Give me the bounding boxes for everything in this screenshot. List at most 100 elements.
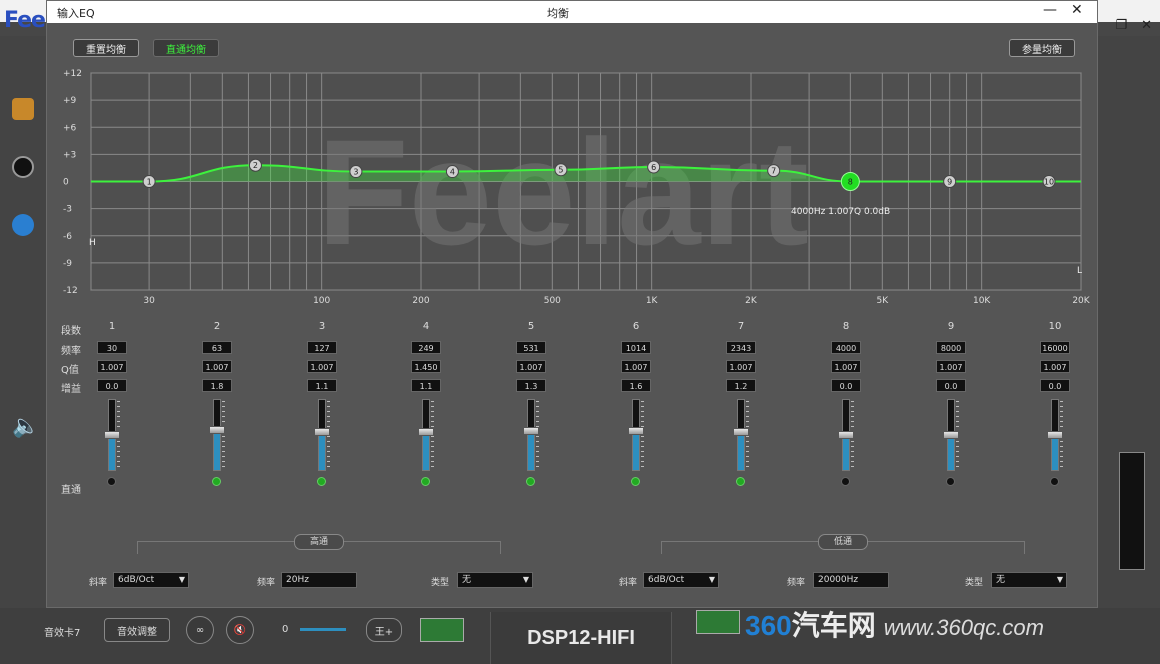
x-tick-label: 20K bbox=[1072, 296, 1090, 306]
x-tick-label: 500 bbox=[544, 296, 561, 306]
band-gain-input[interactable]: 1.1 bbox=[411, 379, 441, 392]
band-q-input[interactable]: 1.450 bbox=[411, 360, 441, 373]
power-button[interactable]: 王+ bbox=[366, 618, 402, 642]
row-label-gain: 增益 bbox=[61, 384, 81, 395]
band-gain-input[interactable]: 0.0 bbox=[831, 379, 861, 392]
speaker-box-icon[interactable] bbox=[12, 98, 34, 120]
hp-freq-input[interactable]: 20Hz bbox=[281, 572, 357, 588]
slider-thumb[interactable] bbox=[104, 431, 120, 439]
y-tick-label: +6 bbox=[63, 123, 77, 133]
band-q-input[interactable]: 1.007 bbox=[97, 360, 127, 373]
band-direct-toggle[interactable] bbox=[1050, 477, 1059, 486]
band-q-input[interactable]: 1.007 bbox=[831, 360, 861, 373]
band-freq-input[interactable]: 4000 bbox=[831, 341, 861, 354]
band-freq-input[interactable]: 8000 bbox=[936, 341, 966, 354]
slider-thumb[interactable] bbox=[943, 431, 959, 439]
band-gain-input[interactable]: 1.2 bbox=[726, 379, 756, 392]
band-gain-slider[interactable] bbox=[418, 399, 434, 471]
bluetooth-icon[interactable] bbox=[12, 214, 34, 236]
lp-type-select[interactable]: 无 ▼ bbox=[991, 572, 1067, 588]
maximize-icon[interactable]: ❐ bbox=[1115, 18, 1127, 33]
band-gain-slider[interactable] bbox=[628, 399, 644, 471]
band-direct-toggle[interactable] bbox=[631, 477, 640, 486]
left-toolbar: 🔈 bbox=[0, 36, 46, 664]
eq-node-label: 1 bbox=[147, 178, 152, 187]
y-tick-label: -12 bbox=[63, 286, 78, 296]
band-gain-input[interactable]: 0.0 bbox=[97, 379, 127, 392]
slider-thumb[interactable] bbox=[733, 427, 749, 436]
slider-thumb[interactable] bbox=[1047, 431, 1063, 439]
band-gain-input[interactable]: 1.8 bbox=[202, 379, 232, 392]
hp-slope-select[interactable]: 6dB/Oct ▼ bbox=[113, 572, 189, 588]
band-freq-input[interactable]: 127 bbox=[307, 341, 337, 354]
graph-readout: 4000Hz 1.007Q 0.0dB bbox=[791, 207, 890, 217]
band-freq-input[interactable]: 30 bbox=[97, 341, 127, 354]
band-gain-slider[interactable] bbox=[209, 399, 225, 471]
band-gain-slider[interactable] bbox=[314, 399, 330, 471]
band-direct-toggle[interactable] bbox=[212, 477, 221, 486]
band-q-input[interactable]: 1.007 bbox=[516, 360, 546, 373]
link-icon[interactable]: ∞ bbox=[186, 616, 214, 644]
band-direct-toggle[interactable] bbox=[421, 477, 430, 486]
slider-thumb[interactable] bbox=[838, 431, 854, 439]
band-freq-input[interactable]: 2343 bbox=[726, 341, 756, 354]
watermark: 360汽车网 www.360qc.com bbox=[745, 610, 1044, 641]
low-marker: H bbox=[89, 238, 96, 248]
lp-freq-input[interactable]: 20000Hz bbox=[813, 572, 889, 588]
slider-thumb[interactable] bbox=[418, 427, 434, 436]
x-tick-label: 2K bbox=[745, 296, 758, 306]
slider-thumb[interactable] bbox=[628, 426, 644, 435]
row-label-freq: 频率 bbox=[61, 346, 81, 357]
eq-graph[interactable]: Feelart +12 +9 +6 +3 0 -3 -6 -9 -12 30 100 200 500 1… bbox=[47, 1, 1099, 321]
slider-thumb[interactable] bbox=[314, 427, 330, 436]
sound-adjust-button[interactable]: 音效调整 bbox=[104, 618, 170, 642]
band-direct-toggle[interactable] bbox=[736, 477, 745, 486]
slider-value: 0 bbox=[282, 624, 289, 635]
band-q-input[interactable]: 1.007 bbox=[936, 360, 966, 373]
lp-slope-label: 斜率 bbox=[619, 578, 638, 588]
band-gain-slider[interactable] bbox=[1047, 399, 1063, 471]
band-direct-toggle[interactable] bbox=[317, 477, 326, 486]
band-gain-input[interactable]: 1.3 bbox=[516, 379, 546, 392]
band-gain-input[interactable]: 0.0 bbox=[1040, 379, 1070, 392]
mute-icon[interactable]: 🔇 bbox=[226, 616, 254, 644]
band-gain-slider[interactable] bbox=[838, 399, 854, 471]
band-direct-toggle[interactable] bbox=[526, 477, 535, 486]
band-freq-input[interactable]: 16000 bbox=[1040, 341, 1070, 354]
band-gain-input[interactable]: 1.1 bbox=[307, 379, 337, 392]
band-gain-input[interactable]: 1.6 bbox=[621, 379, 651, 392]
band-number: 4 bbox=[422, 321, 430, 332]
slider-thumb[interactable] bbox=[209, 425, 225, 434]
band-q-input[interactable]: 1.007 bbox=[1040, 360, 1070, 373]
band-freq-input[interactable]: 531 bbox=[516, 341, 546, 354]
band-freq-input[interactable]: 63 bbox=[202, 341, 232, 354]
device-model: DSP12-HIFI bbox=[490, 612, 672, 664]
band-freq-input[interactable]: 249 bbox=[411, 341, 441, 354]
level-meter bbox=[1119, 452, 1145, 570]
y-tick-label: -9 bbox=[63, 259, 72, 269]
band-q-input[interactable]: 1.007 bbox=[726, 360, 756, 373]
lp-slope-select[interactable]: 6dB/Oct ▼ bbox=[643, 572, 719, 588]
volume-slider[interactable] bbox=[300, 628, 346, 631]
hp-type-select[interactable]: 无 ▼ bbox=[457, 572, 533, 588]
band-gain-slider[interactable] bbox=[733, 399, 749, 471]
slider-thumb[interactable] bbox=[523, 427, 539, 436]
band-freq-input[interactable]: 1014 bbox=[621, 341, 651, 354]
row-label-q: Q值 bbox=[61, 365, 79, 376]
x-tick-label: 200 bbox=[412, 296, 429, 306]
preset-indicator[interactable] bbox=[420, 618, 464, 642]
close-icon[interactable]: ✕ bbox=[1141, 18, 1152, 33]
x-tick-label: 5K bbox=[876, 296, 889, 306]
band-q-input[interactable]: 1.007 bbox=[621, 360, 651, 373]
band-gain-slider[interactable] bbox=[523, 399, 539, 471]
preset-indicator-2[interactable] bbox=[696, 610, 740, 634]
band-direct-toggle[interactable] bbox=[946, 477, 955, 486]
band-direct-toggle[interactable] bbox=[841, 477, 850, 486]
band-q-input[interactable]: 1.007 bbox=[202, 360, 232, 373]
band-gain-slider[interactable] bbox=[104, 399, 120, 471]
band-q-input[interactable]: 1.007 bbox=[307, 360, 337, 373]
band-gain-input[interactable]: 0.0 bbox=[936, 379, 966, 392]
band-gain-slider[interactable] bbox=[943, 399, 959, 471]
band-direct-toggle[interactable] bbox=[107, 477, 116, 486]
input-icon[interactable] bbox=[12, 156, 34, 178]
